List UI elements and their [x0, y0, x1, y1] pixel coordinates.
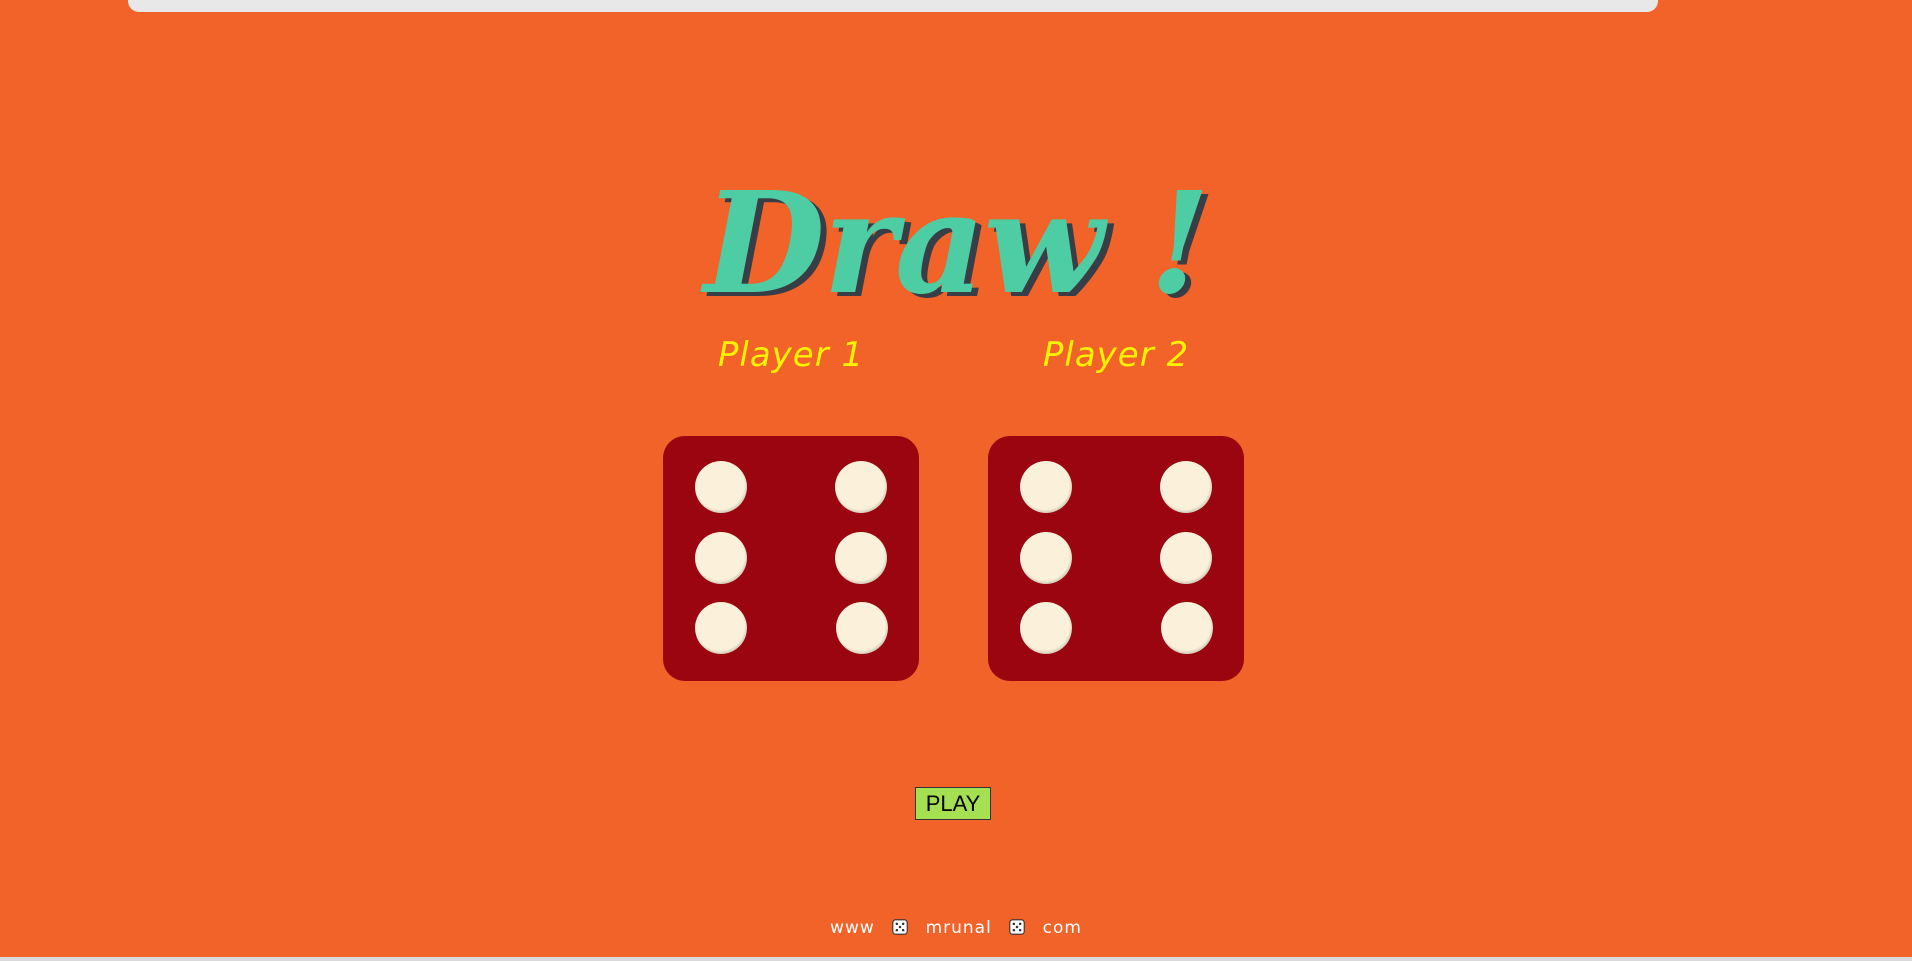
die-pip [1160, 532, 1212, 584]
footer-name: mrunal [925, 918, 992, 938]
die-pip [1161, 602, 1213, 654]
address-bar[interactable] [128, 0, 1658, 12]
die-pip [695, 602, 747, 654]
die-pip [1160, 461, 1212, 513]
footer-com: com [1042, 918, 1082, 938]
die-pip [695, 461, 747, 513]
player-2-die [988, 436, 1244, 681]
die-icon [1009, 919, 1025, 935]
footer-www: www [830, 918, 875, 938]
player-1-label: Player 1 [717, 335, 865, 375]
die-pip [1020, 602, 1072, 654]
player-1-die [663, 436, 919, 681]
play-button[interactable]: PLAY [915, 787, 991, 820]
game-title: Draw ! [703, 161, 1211, 326]
browser-toolbar [0, 0, 1912, 16]
die-pip [835, 532, 887, 584]
footer: www mrunal com [0, 918, 1912, 938]
die-pip [835, 461, 887, 513]
player-2-label: Player 2 [1042, 335, 1190, 375]
horizontal-scrollbar[interactable] [0, 957, 1912, 961]
die-pip [836, 602, 888, 654]
die-icon [892, 919, 908, 935]
die-pip [1020, 532, 1072, 584]
die-pip [695, 532, 747, 584]
die-pip [1020, 461, 1072, 513]
